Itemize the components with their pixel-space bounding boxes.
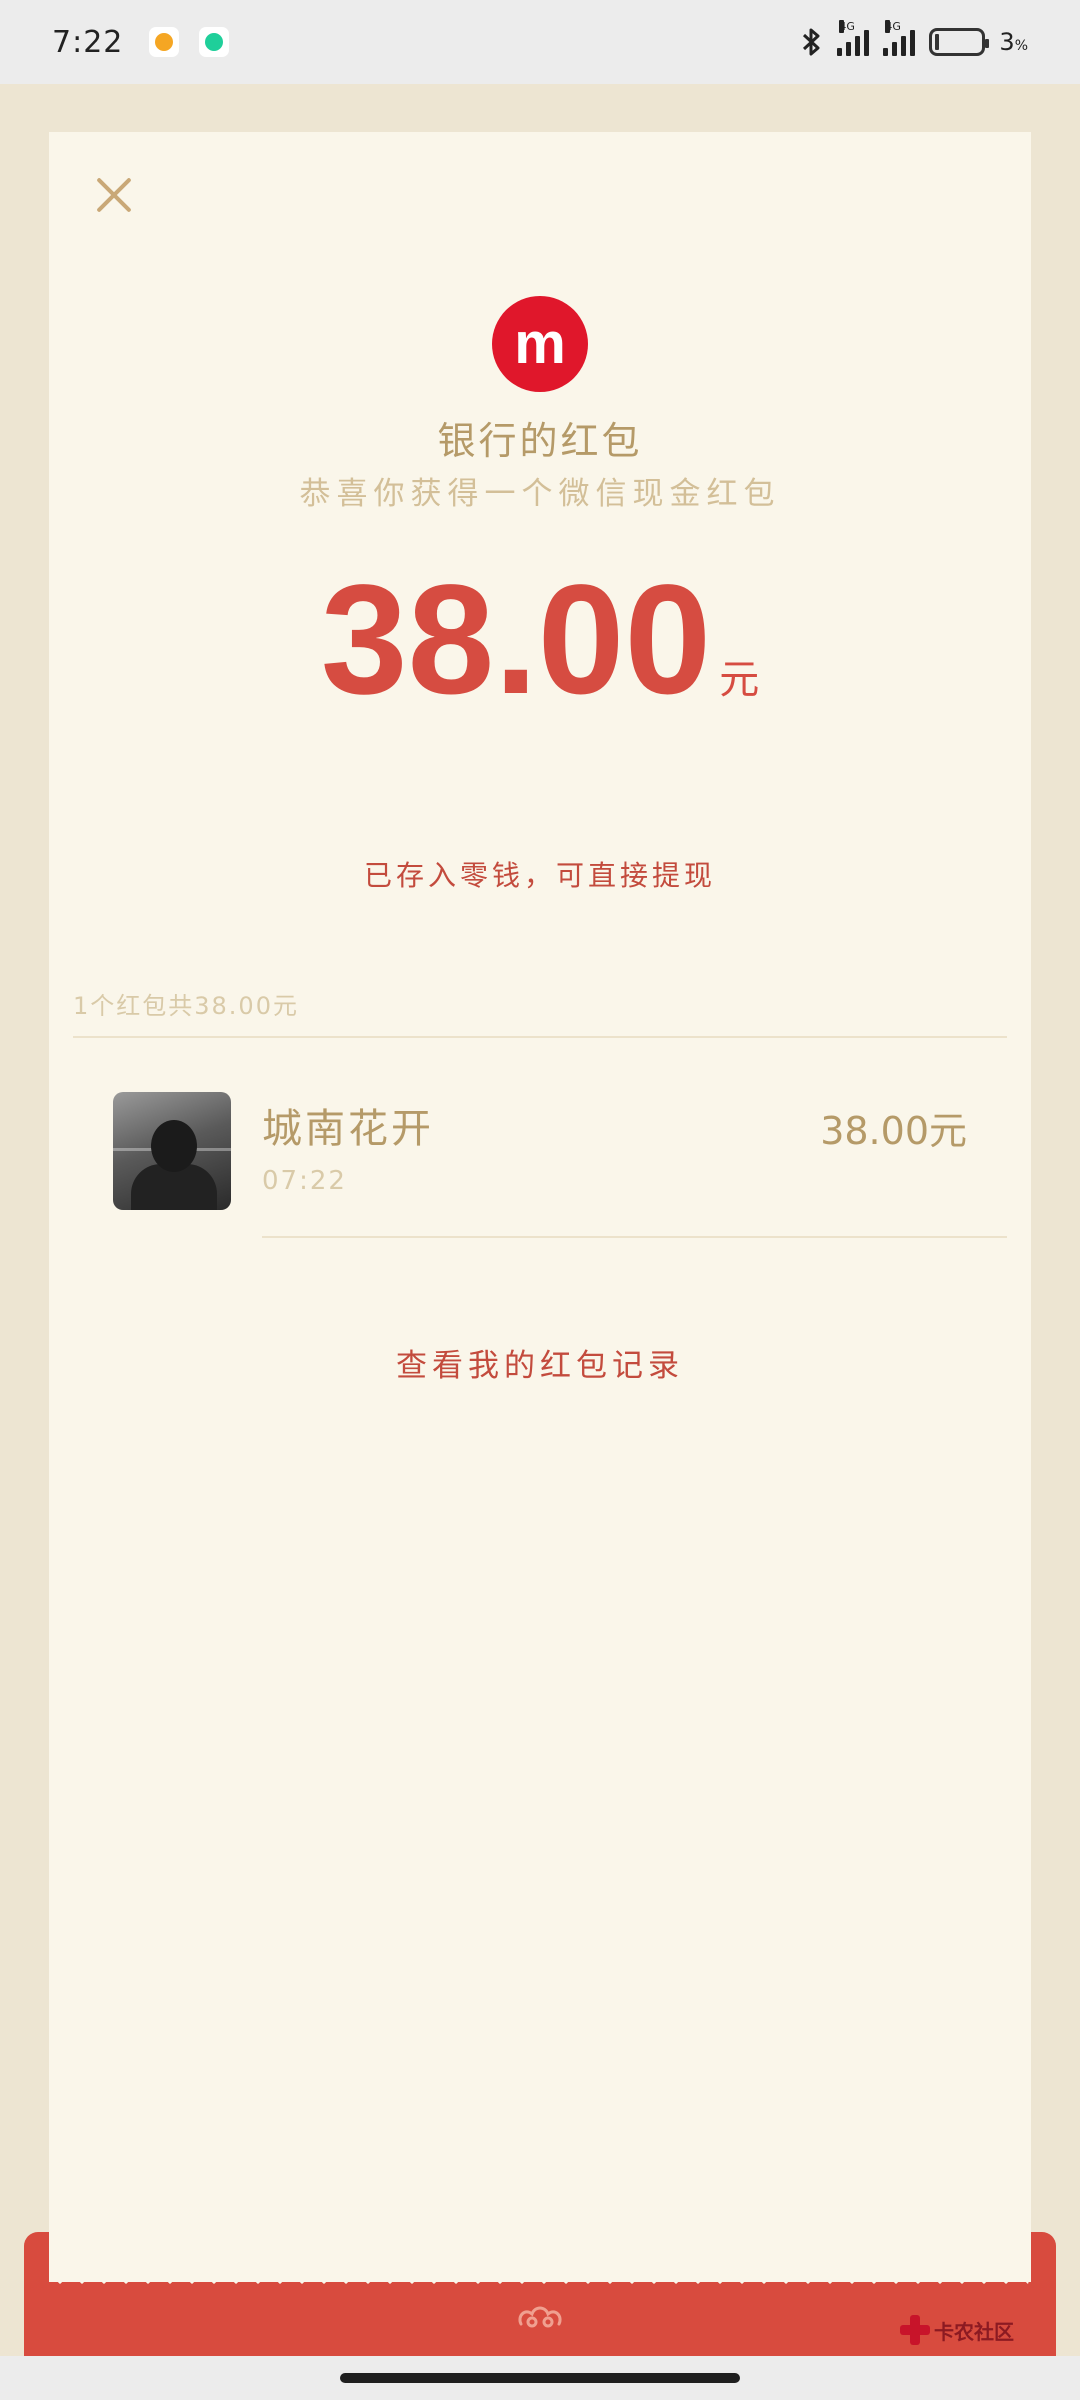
avatar <box>113 1092 231 1210</box>
receiver-name: 城南花开 <box>262 1106 434 1152</box>
network-type-label-2: 4G <box>885 20 901 33</box>
bank-logo-letter: m <box>514 311 566 376</box>
status-bar: 7:22 4G 4G 3% <box>0 0 1080 84</box>
divider <box>262 1236 1007 1238</box>
deposit-note[interactable]: 已存入零钱，可直接提现 <box>49 854 1031 894</box>
bank-logo: m <box>492 296 588 392</box>
notification-security-icon <box>199 27 230 57</box>
cloud-emblem-icon <box>518 2306 562 2328</box>
receiver-list-item[interactable]: 城南花开 07:22 38.00元 <box>49 1040 1031 1240</box>
battery-icon <box>929 28 990 56</box>
bluetooth-icon <box>803 28 820 56</box>
community-logo-icon <box>900 2315 930 2345</box>
sender-name: 银行的红包 <box>437 419 643 463</box>
amount-row: 38.00 元 <box>49 562 1031 718</box>
divider <box>73 1036 1007 1038</box>
close-button[interactable] <box>85 168 141 224</box>
greeting-subtitle: 恭喜你获得一个微信现金红包 <box>299 476 781 512</box>
view-records-link[interactable]: 查看我的红包记录 <box>49 1340 1031 1385</box>
receiver-amount: 38.00元 <box>820 1109 967 1153</box>
card-zigzag-edge <box>49 2260 1031 2284</box>
signal-icon: 4G <box>837 20 870 56</box>
battery-percent: 3% <box>999 28 1028 56</box>
notification-app-icon <box>149 27 180 57</box>
community-watermark: 卡农社区 <box>900 2310 1020 2350</box>
signal-icon-2: 4G <box>883 20 916 56</box>
amount-value: 38.00 <box>320 553 712 727</box>
watermark-label: 卡农社区 <box>934 2319 1014 2344</box>
status-time: 7:22 <box>52 24 124 60</box>
amount-unit: 元 <box>719 657 760 703</box>
network-type-label: 4G <box>839 20 855 33</box>
status-right-group: 4G 4G 3% <box>801 20 1028 57</box>
receiver-time: 07:22 <box>262 1166 347 1196</box>
packet-summary: 1个红包共38.00元 <box>73 992 299 1020</box>
red-packet-detail-card: m 银行的红包 恭喜你获得一个微信现金红包 38.00 元 已存入零钱，可直接提… <box>49 132 1031 2282</box>
home-indicator[interactable] <box>340 2373 740 2383</box>
